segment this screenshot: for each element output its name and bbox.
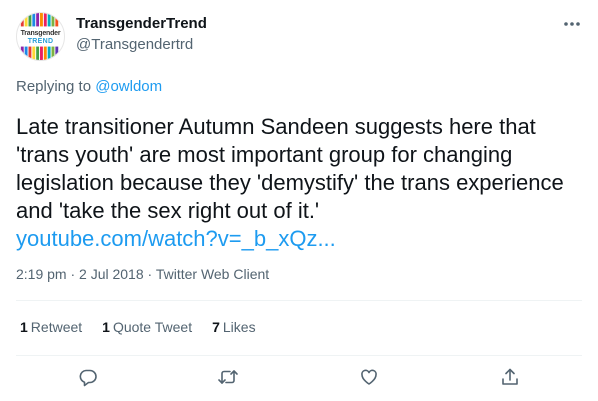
more-icon[interactable]: [560, 14, 584, 34]
quotes-label: Quote Tweet: [112, 319, 193, 335]
reply-icon[interactable]: [76, 364, 100, 390]
likes-label: Likes: [222, 319, 256, 335]
retweets-label: Retweet: [30, 319, 83, 335]
retweet-icon[interactable]: [216, 364, 240, 390]
tweet: Transgender TREND TransgenderTrend @Tran…: [0, 0, 598, 401]
quotes-count: 1: [102, 319, 110, 335]
like-icon[interactable]: [357, 364, 381, 390]
likes-count: 7: [212, 319, 220, 335]
replying-mention-link[interactable]: @owldom: [95, 78, 162, 95]
tweet-meta[interactable]: 2:19 pm · 2 Jul 2018 · Twitter Web Clien…: [16, 266, 269, 282]
likes-stat[interactable]: 7 Likes: [212, 319, 255, 335]
action-bar: [0, 364, 598, 390]
tweet-stats: 1 Retweet 1 Quote Tweet 7 Likes: [20, 319, 276, 335]
avatar[interactable]: Transgender TREND: [16, 12, 65, 61]
tweet-link[interactable]: youtube.com/watch?v=_b_xQz...: [16, 225, 576, 253]
retweets-count: 1: [20, 319, 28, 335]
author-display-name[interactable]: TransgenderTrend: [76, 15, 207, 32]
tweet-text: Late transitioner Autumn Sandeen suggest…: [16, 114, 564, 223]
replying-to: Replying to @owldom: [16, 78, 162, 95]
tweet-body: Late transitioner Autumn Sandeen suggest…: [16, 113, 576, 253]
retweets-stat[interactable]: 1 Retweet: [20, 319, 82, 335]
share-icon[interactable]: [498, 364, 522, 390]
avatar-label-bottom: TREND: [27, 38, 54, 45]
divider: [16, 355, 582, 356]
avatar-label-top: Transgender: [20, 30, 61, 37]
replying-prefix: Replying to: [16, 78, 92, 95]
divider: [16, 300, 582, 301]
quotes-stat[interactable]: 1 Quote Tweet: [102, 319, 192, 335]
author-handle[interactable]: @Transgendertrd: [76, 36, 193, 53]
